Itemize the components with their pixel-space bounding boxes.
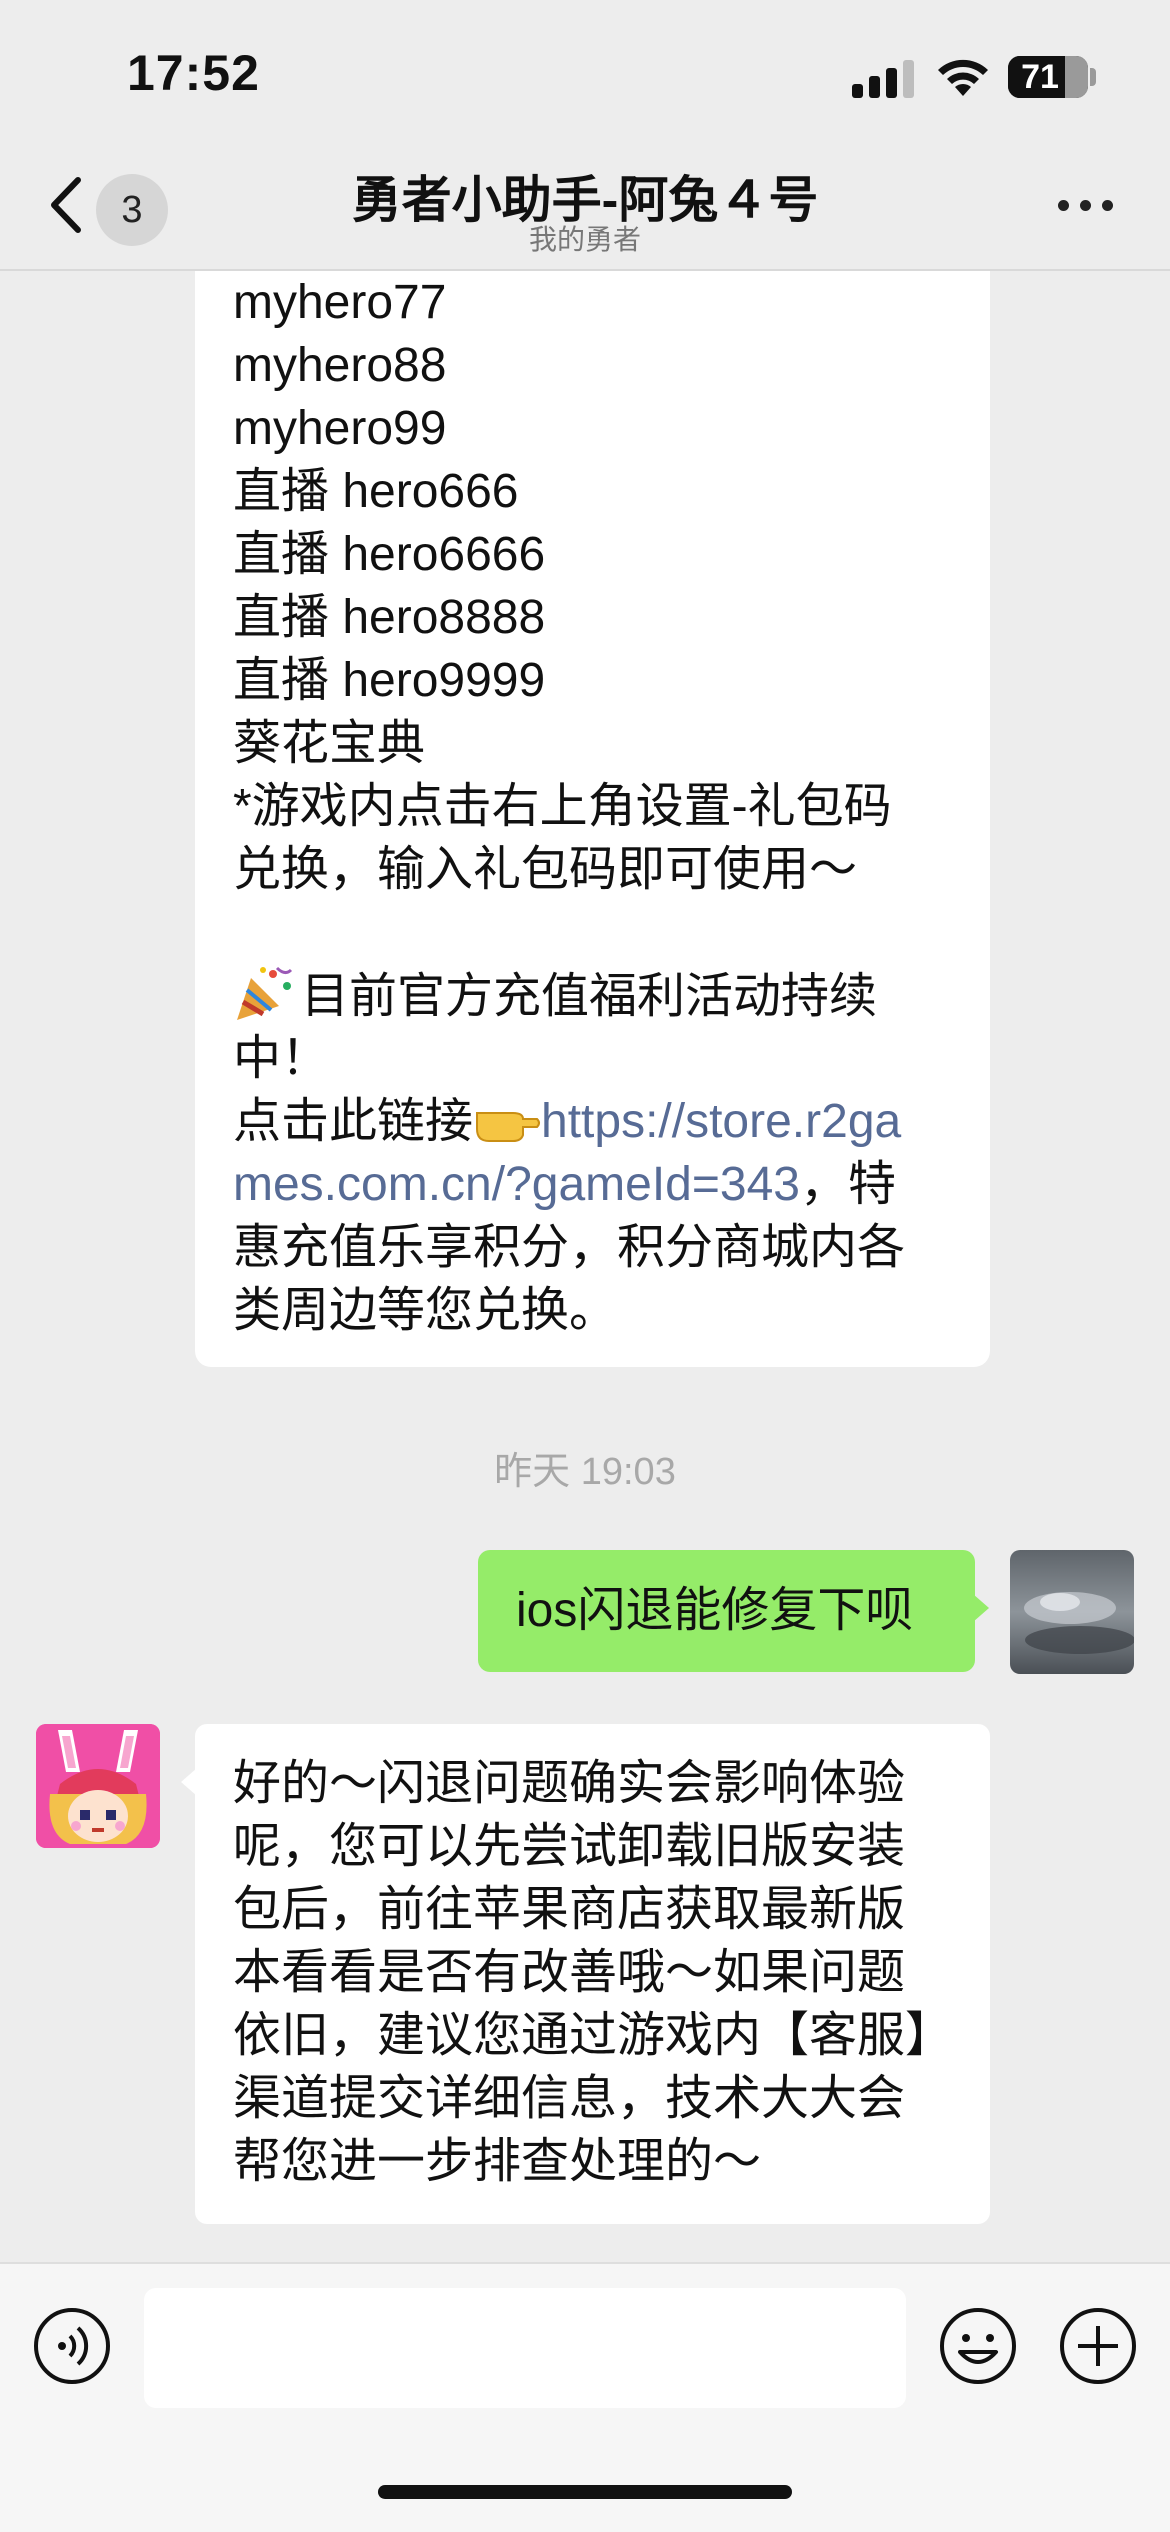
cellular-signal-icon: [852, 58, 914, 98]
incoming-message-bubble[interactable]: 好的～闪退问题确实会影响体验 呢，您可以先尝试卸载旧版安装 包后，前往苹果商店获…: [181, 1724, 990, 2224]
message-text: ios闪退能修复下呗: [516, 1584, 914, 1637]
chat-subtitle: 我的勇者: [528, 224, 641, 255]
message-line: myhero77: [233, 276, 447, 329]
message-input[interactable]: [144, 2288, 906, 2408]
message-line: 呢，您可以先尝试卸载旧版安装: [233, 1820, 906, 1873]
message-line: 依旧，建议您通过游戏内【客服】: [233, 2009, 954, 2062]
chat-header: 3 勇者小助手-阿兔４号 我的勇者: [0, 140, 1170, 271]
message-line: 惠充值乐享积分，积分商城内各: [233, 1221, 906, 1274]
link-line: mes.com.cn/?gameId=343，特: [233, 1153, 905, 1216]
message-line: 帮您进一步排查处理的～: [233, 2135, 762, 2188]
user-avatar[interactable]: [1010, 1550, 1134, 1674]
message-line: 兑换，输入礼包码即可使用～: [233, 843, 858, 896]
message-text: myhero77 myhero88 myhero99 直播 hero666 直播…: [233, 271, 905, 1342]
message-line: 类周边等您兑换。: [233, 1284, 618, 1337]
pointing-hand-icon: [476, 1112, 541, 1142]
bunny-girl-avatar[interactable]: [36, 1724, 160, 1848]
message-line: 包后，前往苹果商店获取最新版: [233, 1883, 906, 1936]
promo-line: 目前官方充值福利活动持续: [233, 964, 905, 1027]
battery-level: 71: [1021, 58, 1059, 96]
message-line: 渠道提交详细信息，技术大大会: [233, 2072, 906, 2125]
voice-input-icon[interactable]: [32, 2306, 112, 2386]
status-time: 17:52: [127, 45, 260, 101]
party-popper-icon: [237, 966, 293, 1020]
outgoing-message-bubble[interactable]: ios闪退能修复下呗: [478, 1550, 989, 1672]
store-link-continued[interactable]: mes.com.cn/?gameId=343: [233, 1158, 800, 1211]
incoming-message-bubble[interactable]: myhero77 myhero88 myhero99 直播 hero666 直播…: [195, 271, 990, 1367]
message-line: 直播 hero6666: [233, 528, 546, 581]
unread-count-badge[interactable]: 3: [96, 174, 168, 246]
message-line: 直播 hero666: [233, 465, 519, 518]
store-link[interactable]: https://store.r2ga: [541, 1095, 901, 1148]
message-line: 直播 hero9999: [233, 654, 546, 707]
message-line: myhero88: [233, 339, 447, 392]
message-line: 直播 hero8888: [233, 591, 546, 644]
message-line: 好的～闪退问题确实会影响体验: [233, 1757, 906, 1810]
message-text: 好的～闪退问题确实会影响体验 呢，您可以先尝试卸载旧版安装 包后，前往苹果商店获…: [233, 1752, 953, 2193]
status-bar: 17:52 71: [0, 0, 1170, 140]
message-line: [233, 901, 905, 964]
emoji-face-icon[interactable]: [938, 2306, 1018, 2386]
message-line: 本看看是否有改善哦～如果问题: [233, 1946, 906, 1999]
link-prefix: 点击此链接: [233, 1095, 474, 1148]
wifi-icon: [938, 59, 988, 96]
message-line: myhero99: [233, 402, 447, 455]
message-timestamp: 昨天 19:03: [494, 1451, 676, 1493]
promo-line: 中！: [233, 1032, 330, 1085]
battery-tip: [1090, 68, 1096, 86]
message-line: *游戏内点击右上角设置-礼包码: [233, 780, 892, 833]
link-line: 点击此链接 https://store.r2ga: [233, 1090, 905, 1153]
promo-text: 目前官方充值福利活动持续: [301, 970, 878, 1023]
battery-icon: 71: [1008, 56, 1088, 98]
more-dots-icon[interactable]: [1050, 180, 1122, 230]
message-line: 葵花宝典: [233, 717, 426, 770]
home-indicator[interactable]: [378, 2485, 792, 2499]
plus-circle-icon[interactable]: [1058, 2306, 1138, 2386]
link-suffix: ，特: [799, 1158, 896, 1211]
chevron-left-icon[interactable]: [40, 170, 100, 240]
